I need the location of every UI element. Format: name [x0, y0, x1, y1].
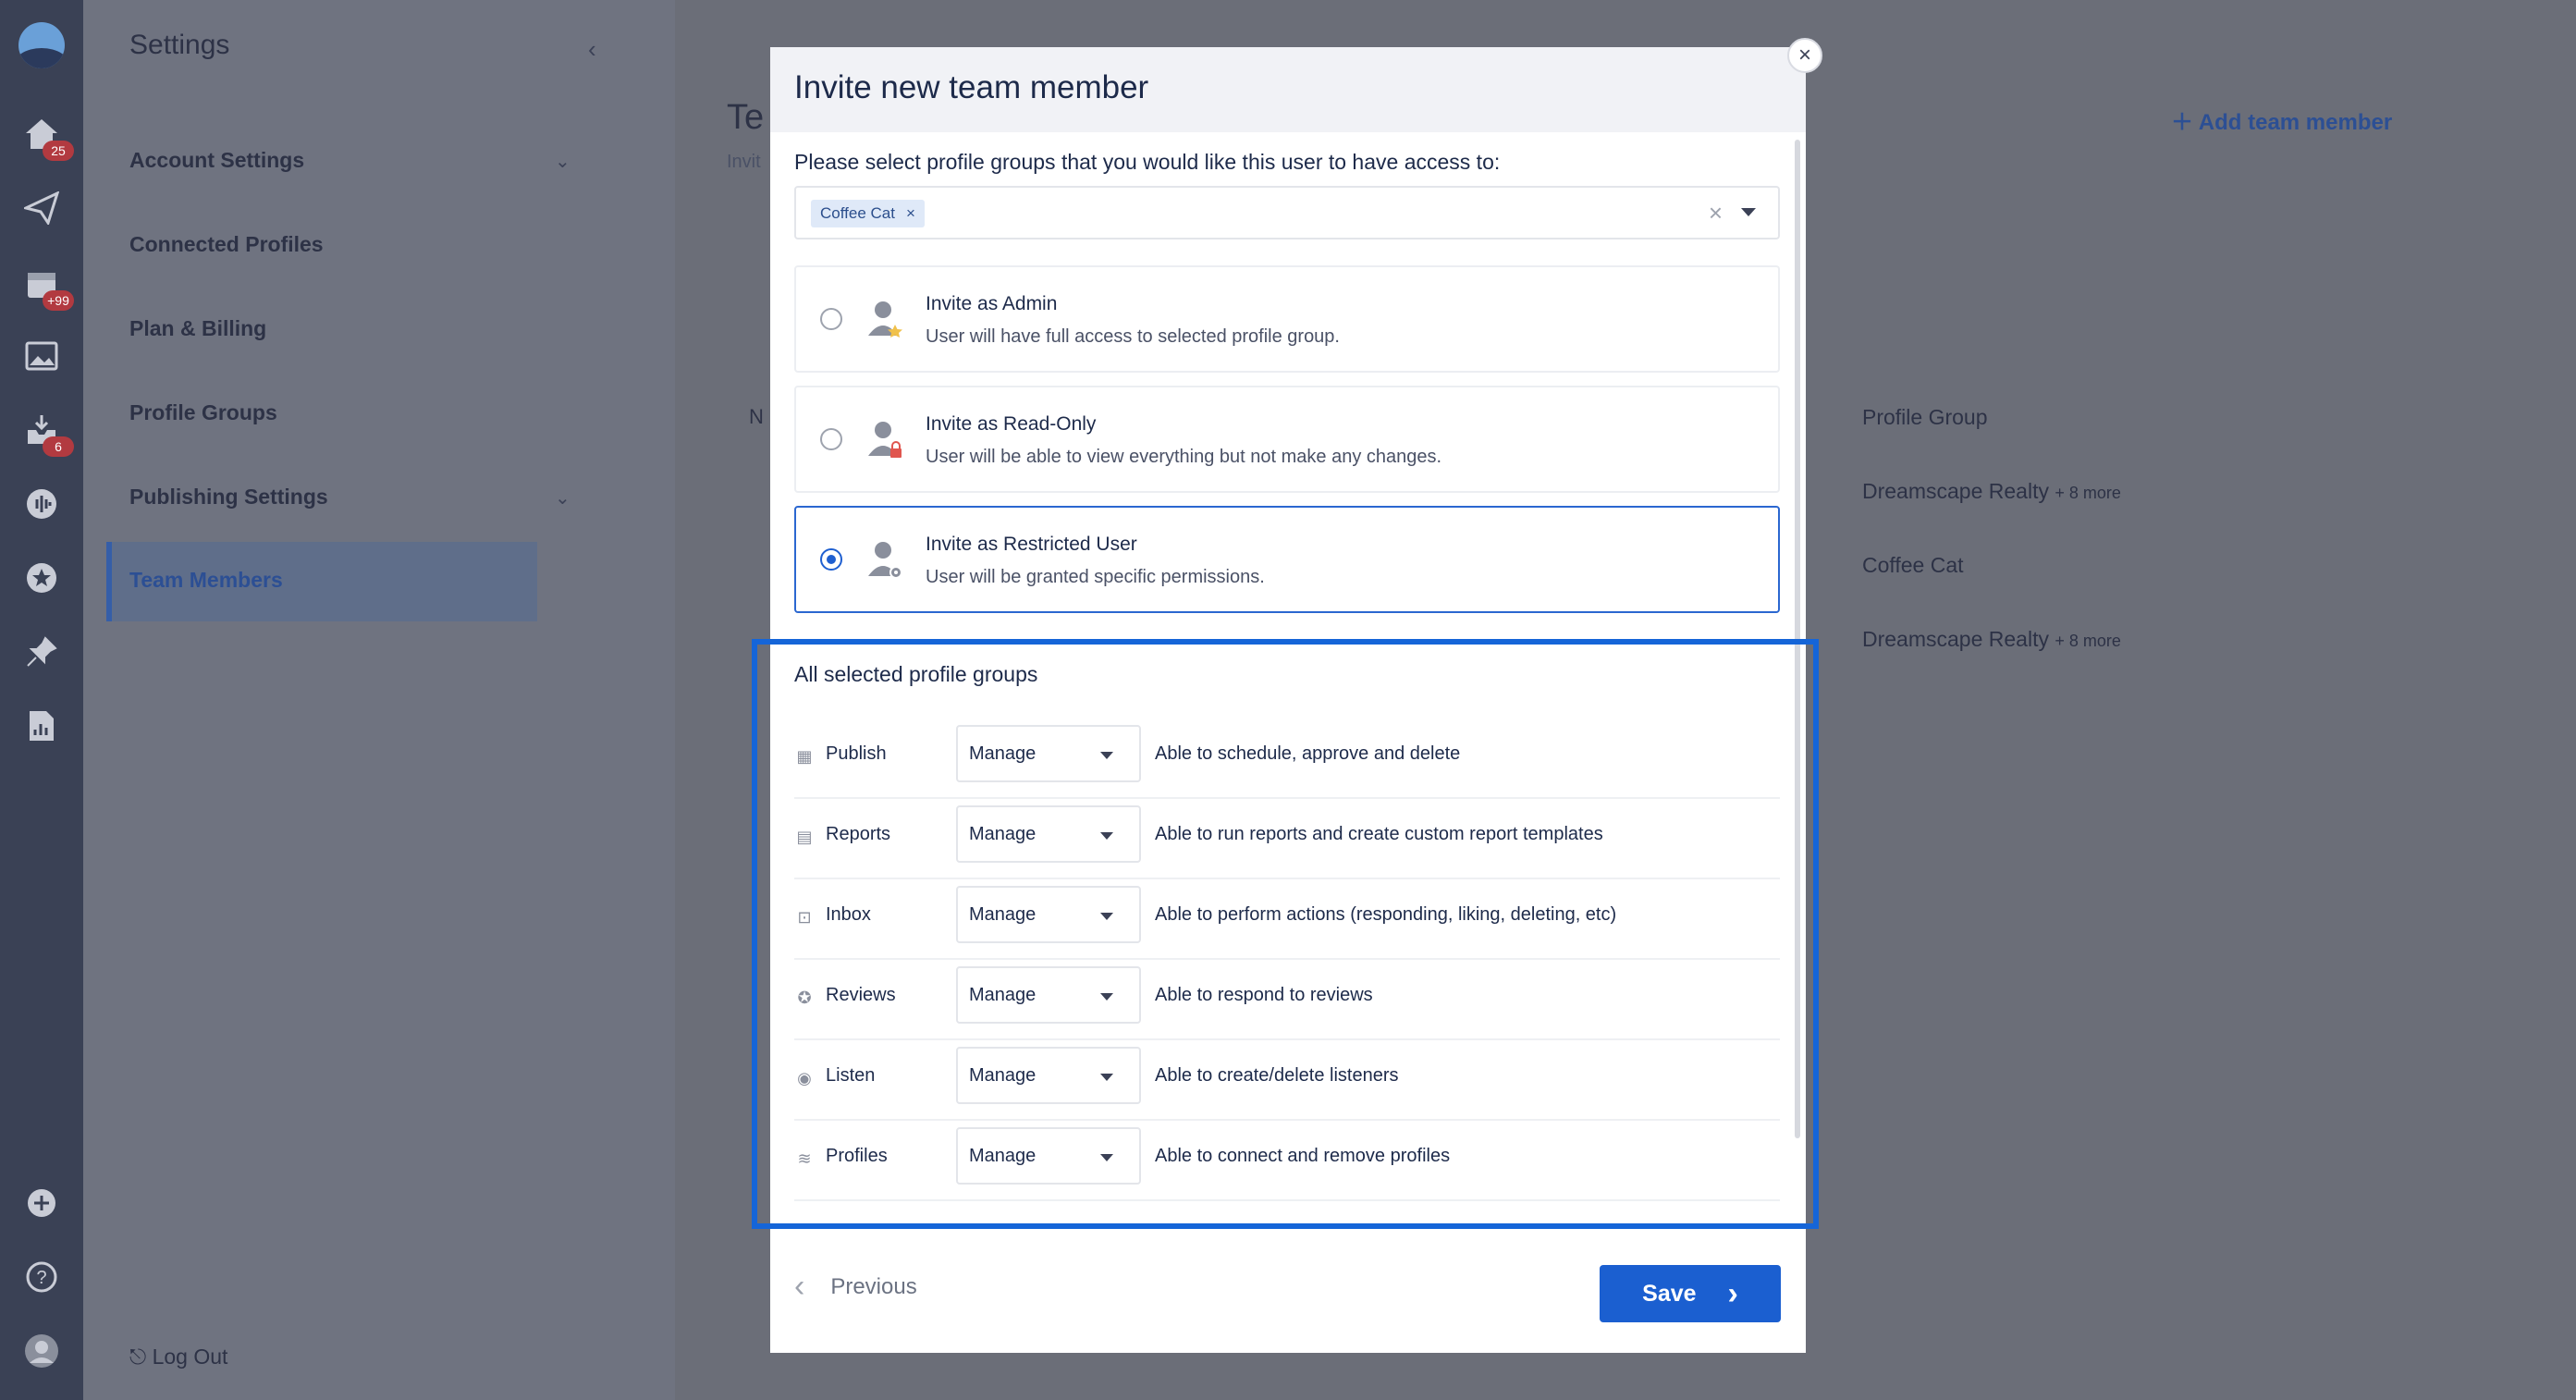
icon-rail: 25 +99 6 ?	[0, 0, 83, 1400]
home-badge: 25	[43, 141, 74, 161]
pin-icon[interactable]	[20, 631, 63, 673]
table-row-group: Dreamscape Realty + 8 more	[1862, 479, 2121, 504]
previous-button[interactable]: ‹ Previous	[794, 1269, 917, 1305]
role-option-restricted[interactable]: Invite as Restricted User User will be g…	[794, 506, 1780, 613]
app-logo[interactable]	[18, 22, 65, 68]
role-title: Invite as Restricted User	[926, 534, 1137, 555]
role-title: Invite as Read-Only	[926, 413, 1097, 435]
role-description: User will be granted specific permission…	[926, 567, 1265, 587]
chevron-left-icon: ‹	[794, 1269, 805, 1304]
highlight-box	[752, 639, 1819, 1229]
chip-label: Coffee Cat	[820, 204, 895, 222]
role-radio[interactable]	[820, 428, 842, 450]
reviews-icon[interactable]	[20, 557, 63, 599]
role-description: User will be able to view everything but…	[926, 447, 1442, 467]
add-team-member-label: Add team member	[2198, 110, 2393, 135]
send-icon[interactable]	[20, 187, 63, 229]
selected-group-chip: Coffee Cat ×	[811, 200, 925, 227]
read-only-user-icon	[868, 422, 902, 458]
sidebar-item-account-settings[interactable]: Account Settings	[129, 148, 304, 173]
role-radio-selected[interactable]	[820, 548, 842, 571]
profile-groups-prompt: Please select profile groups that you wo…	[794, 150, 1501, 174]
collapse-sidebar-icon[interactable]: ‹	[588, 35, 596, 64]
group-name: Dreamscape Realty	[1862, 479, 2049, 503]
remove-chip-icon[interactable]: ×	[906, 204, 915, 223]
previous-label: Previous	[830, 1273, 917, 1299]
role-title: Invite as Admin	[926, 293, 1058, 314]
group-name: Coffee Cat	[1862, 553, 1964, 577]
sidebar-item-profile-groups[interactable]: Profile Groups	[129, 400, 277, 425]
modal-title: Invite new team member	[794, 69, 1149, 105]
help-icon[interactable]: ?	[20, 1256, 63, 1298]
add-team-member-button[interactable]: ＋ Add team member	[2171, 104, 2392, 136]
logout-icon: ⎋	[129, 1345, 147, 1369]
group-more[interactable]: + 8 more	[2055, 632, 2121, 650]
column-header-profile-group: Profile Group	[1862, 405, 1988, 429]
column-header-fragment: N	[749, 405, 764, 428]
chevron-down-icon[interactable]: ⌄	[555, 150, 570, 173]
image-icon[interactable]	[20, 335, 63, 377]
page-title-fragment: Te	[727, 98, 765, 137]
sidebar-item-plan-billing[interactable]: Plan & Billing	[129, 316, 266, 341]
logout-label: Log Out	[152, 1345, 228, 1369]
settings-sidebar: Settings ‹ Account Settings ⌄ Connected …	[83, 0, 675, 1400]
logout-link[interactable]: ⎋ Log Out	[129, 1345, 227, 1369]
group-name: Dreamscape Realty	[1862, 627, 2049, 651]
sidebar-item-team-members[interactable]: Team Members	[129, 568, 283, 593]
group-more[interactable]: + 8 more	[2055, 484, 2121, 502]
plus-icon: ＋	[2171, 110, 2199, 135]
add-icon[interactable]	[20, 1182, 63, 1224]
settings-title: Settings	[129, 30, 230, 60]
chevron-right-icon: ›	[1727, 1275, 1738, 1311]
modal-header: Invite new team member	[770, 47, 1806, 132]
svg-text:?: ?	[36, 1268, 46, 1288]
role-option-read-only[interactable]: Invite as Read-Only User will be able to…	[794, 386, 1780, 493]
admin-user-icon	[868, 301, 902, 338]
dropdown-arrow-icon[interactable]	[1741, 208, 1756, 216]
role-radio[interactable]	[820, 308, 842, 330]
analytics-icon[interactable]	[20, 705, 63, 747]
save-button[interactable]: Save ›	[1600, 1265, 1781, 1322]
table-row-group: Coffee Cat	[1862, 553, 1964, 578]
restricted-user-icon	[868, 542, 902, 579]
sidebar-item-connected-profiles[interactable]: Connected Profiles	[129, 232, 324, 257]
table-row-group: Dreamscape Realty + 8 more	[1862, 627, 2121, 652]
role-option-admin[interactable]: Invite as Admin User will have full acce…	[794, 265, 1780, 373]
chevron-down-icon[interactable]: ⌄	[555, 486, 570, 510]
inbox-badge: 6	[43, 436, 74, 457]
close-icon[interactable]: ×	[1787, 38, 1822, 73]
page-subtitle-fragment: Invit	[727, 152, 761, 172]
avatar[interactable]	[20, 1330, 63, 1372]
profile-group-select[interactable]: Coffee Cat × ×	[794, 186, 1780, 239]
role-description: User will have full access to selected p…	[926, 326, 1340, 347]
calendar-badge: +99	[43, 290, 74, 311]
save-label: Save	[1642, 1280, 1697, 1307]
listen-icon[interactable]	[20, 483, 63, 525]
clear-selection-icon[interactable]: ×	[1709, 199, 1723, 227]
sidebar-item-publishing-settings[interactable]: Publishing Settings	[129, 485, 328, 510]
